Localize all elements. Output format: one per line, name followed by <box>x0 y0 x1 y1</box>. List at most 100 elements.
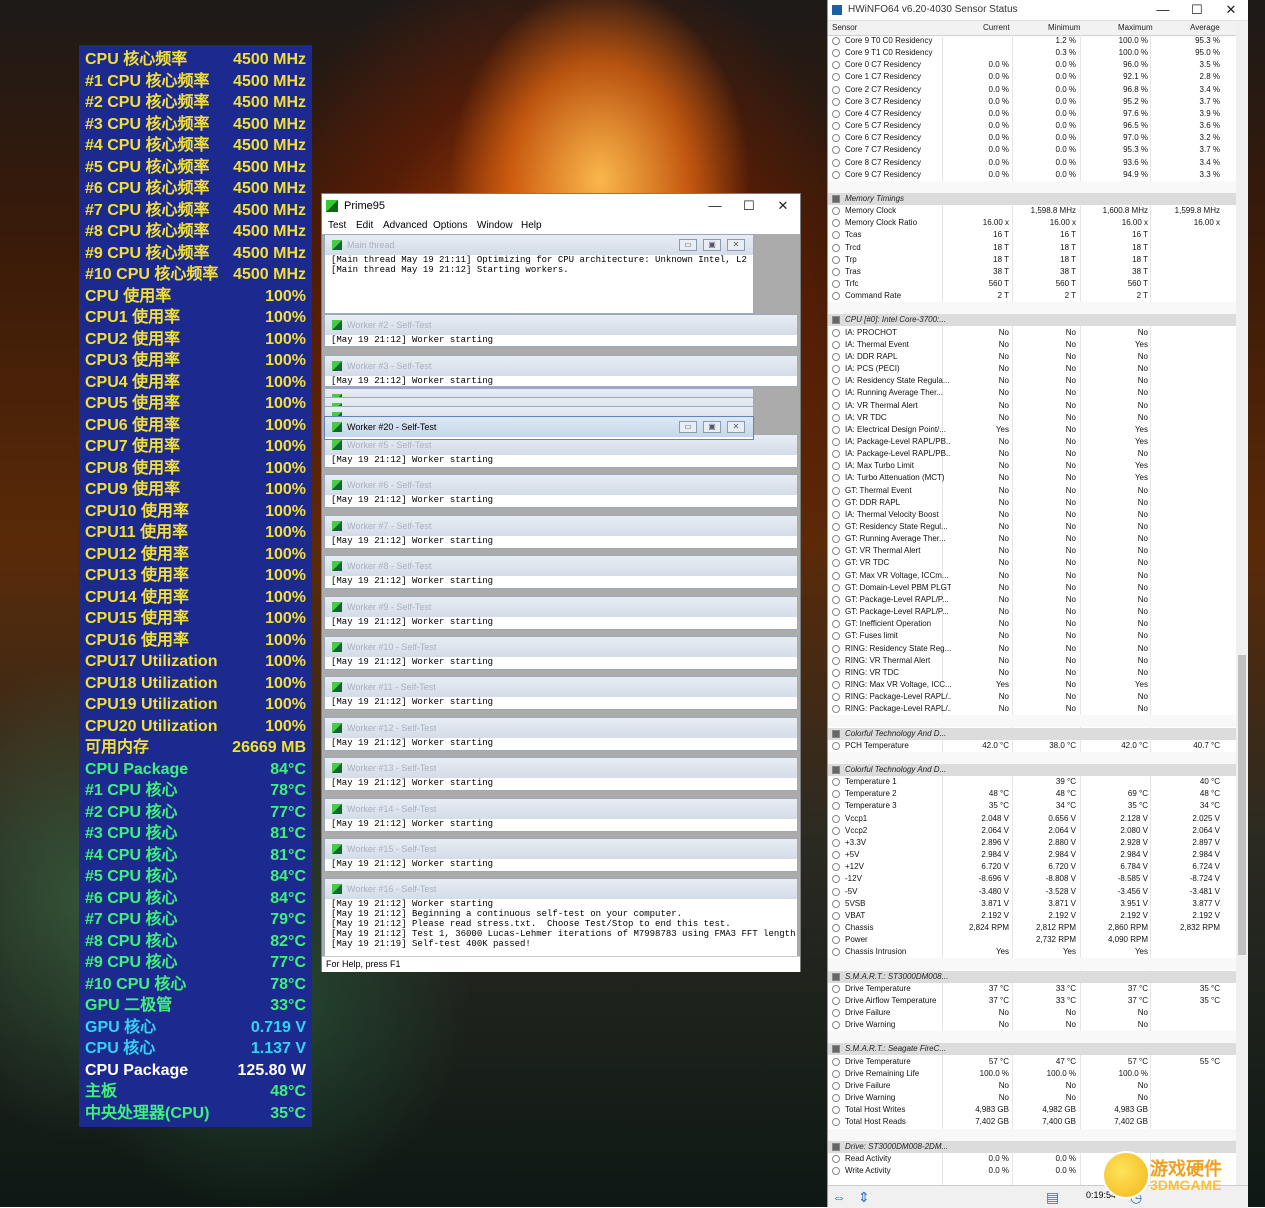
sensor-row[interactable]: Memory Clock Ratio 16.00 x 16.00 x 16.00 x 1… <box>828 217 1236 229</box>
sensor-row[interactable]: GT: Max VR Voltage, ICCm... No No No <box>828 570 1236 582</box>
worker-caption[interactable]: Worker #13 - Self-Test <box>325 758 797 779</box>
sensor-row[interactable]: Drive Warning No No No <box>828 1019 1236 1031</box>
col-current[interactable]: Current <box>983 21 1010 35</box>
sensor-row[interactable]: GT: Thermal Event No No No <box>828 485 1236 497</box>
worker-window[interactable]: Worker #8 - Self-Test [May 19 21:12] Work… <box>324 555 798 590</box>
worker-caption[interactable]: Worker #10 - Self-Test <box>325 637 797 657</box>
sensor-row[interactable]: Drive Failure No No No <box>828 1080 1236 1092</box>
sensor-row[interactable]: +3.3V 2.896 V 2.880 V 2.928 V 2.897 V <box>828 837 1236 849</box>
sensor-row[interactable]: Drive Warning No No No <box>828 1092 1236 1104</box>
worker-caption[interactable]: Worker #3 - Self-Test <box>325 356 797 376</box>
maximize-icon[interactable]: ☐ <box>732 194 766 218</box>
sensor-row[interactable]: RING: Max VR Voltage, ICC... Yes No Yes <box>828 679 1236 691</box>
worker-caption[interactable]: Worker #7 - Self-Test <box>325 515 797 536</box>
sensor-row[interactable]: +12V 6.720 V 6.720 V 6.784 V 6.724 V <box>828 861 1236 873</box>
sensor-row[interactable]: Total Host Reads 7,402 GB 7,400 GB 7,402 GB <box>828 1116 1236 1128</box>
sensor-row[interactable]: Trfc 560 T 560 T 560 T <box>828 278 1236 290</box>
sensor-row[interactable]: Chassis Intrusion Yes Yes Yes <box>828 946 1236 958</box>
sensor-row[interactable]: RING: Residency State Reg... No No No <box>828 643 1236 655</box>
child-minimize-icon[interactable]: ▭ <box>679 421 697 433</box>
sensor-row[interactable]: Core 9 T1 C0 Residency 0.3 % 100.0 % 95.0 % <box>828 47 1236 59</box>
menu-options[interactable]: Options <box>433 218 467 234</box>
sensor-row[interactable]: Tcas 16 T 16 T 16 T <box>828 229 1236 241</box>
worker-caption[interactable]: Worker #8 - Self-Test <box>325 556 797 577</box>
worker-caption[interactable]: Worker #12 - Self-Test <box>325 717 797 738</box>
child-close-icon[interactable]: ✕ <box>727 239 745 251</box>
sensor-row[interactable]: Core 5 C7 Residency 0.0 % 0.0 % 96.5 % 3.6 % <box>828 120 1236 132</box>
sensor-row[interactable]: GT: VR Thermal Alert No No No <box>828 545 1236 557</box>
sensor-row[interactable]: IA: VR Thermal Alert No No No <box>828 400 1236 412</box>
worker-caption[interactable]: Worker #20 - Self-Test ▭ ▣ ✕ <box>325 417 753 437</box>
sensor-row[interactable]: Core 0 C7 Residency 0.0 % 0.0 % 96.0 % 3.5 % <box>828 59 1236 71</box>
hwinfo-titlebar[interactable]: HWiNFO64 v6.20-4030 Sensor Status — ☐ ✕ <box>828 0 1248 21</box>
child-minimize-icon[interactable]: ▭ <box>679 239 697 251</box>
sensor-row[interactable]: IA: Running Average Ther... No No No <box>828 387 1236 399</box>
sensor-row[interactable]: Drive Remaining Life 100.0 % 100.0 % 100.0 … <box>828 1068 1236 1080</box>
minimize-icon[interactable]: — <box>698 194 732 218</box>
worker-window[interactable]: Worker #6 - Self-Test [May 19 21:12] Work… <box>324 474 798 509</box>
hwinfo-maximize-icon[interactable]: ☐ <box>1180 0 1214 20</box>
sensor-row[interactable]: IA: Turbo Attenuation (MCT) No No Yes <box>828 472 1236 484</box>
worker-window[interactable]: Main thread ▭ ▣ ✕ [Main thread May 19 21:11]… <box>324 234 754 314</box>
worker-caption[interactable]: Worker #11 - Self-Test <box>325 677 797 698</box>
sensor-row[interactable]: IA: Residency State Regula... No No No <box>828 375 1236 387</box>
sensor-row[interactable] <box>828 1031 1236 1044</box>
sensor-row[interactable]: IA: Package-Level RAPL/PB... No No No <box>828 448 1236 460</box>
sensor-row[interactable]: GT: VR TDC No No No <box>828 557 1236 569</box>
sensor-row[interactable]: Memory Clock 1,598.8 MHz 1,600.8 MHz 1,599.… <box>828 205 1236 217</box>
menu-window[interactable]: Window <box>477 218 513 234</box>
sensor-row[interactable]: Vccp1 2.048 V 0.656 V 2.128 V 2.025 V <box>828 813 1236 825</box>
sensor-row[interactable]: Command Rate 2 T 2 T 2 T <box>828 290 1236 302</box>
close-icon[interactable]: ✕ <box>766 194 800 218</box>
sensor-row[interactable]: Power 2,732 RPM 4,090 RPM <box>828 934 1236 946</box>
sensor-row[interactable]: Trp 18 T 18 T 18 T <box>828 254 1236 266</box>
sensor-row[interactable]: GT: Fuses limit No No No <box>828 630 1236 642</box>
sensor-row[interactable]: Drive Airflow Temperature 37 °C 33 °C 37 °C… <box>828 995 1236 1007</box>
sensor-row[interactable]: Trcd 18 T 18 T 18 T <box>828 242 1236 254</box>
sensor-row[interactable]: RING: VR TDC No No No <box>828 667 1236 679</box>
scrollbar-thumb[interactable] <box>1238 655 1246 955</box>
worker-window[interactable]: Worker #13 - Self-Test [May 19 21:12] Wor… <box>324 757 798 792</box>
sensor-row[interactable]: IA: Max Turbo Limit No No Yes <box>828 460 1236 472</box>
sensor-row[interactable]: Drive Temperature 57 °C 47 °C 57 °C 55 °C <box>828 1056 1236 1068</box>
child-restore-icon[interactable]: ▣ <box>703 239 721 251</box>
sensor-row[interactable]: -5V -3.480 V -3.528 V -3.456 V -3.481 V <box>828 886 1236 898</box>
sensor-row[interactable]: Core 3 C7 Residency 0.0 % 0.0 % 95.2 % 3.7 % <box>828 96 1236 108</box>
sensor-row[interactable]: RING: VR Thermal Alert No No No <box>828 655 1236 667</box>
child-restore-icon[interactable]: ▣ <box>703 421 721 433</box>
sensor-row[interactable] <box>828 302 1236 315</box>
worker-window[interactable]: Worker #7 - Self-Test [May 19 21:12] Work… <box>324 514 798 549</box>
worker-caption[interactable]: Main thread ▭ ▣ ✕ <box>325 235 753 255</box>
sensor-row[interactable]: Core 9 C7 Residency 0.0 % 0.0 % 94.9 % 3.3 % <box>828 169 1236 181</box>
sensor-row[interactable]: Core 4 C7 Residency 0.0 % 0.0 % 97.6 % 3.9 % <box>828 108 1236 120</box>
sensor-row[interactable]: IA: Thermal Event No No Yes <box>828 339 1236 351</box>
sensor-group-header[interactable]: Colorful Technology And D... <box>828 727 1236 740</box>
sensor-row[interactable]: GT: Residency State Regul... No No No <box>828 521 1236 533</box>
sensor-row[interactable]: Vccp2 2.064 V 2.064 V 2.080 V 2.064 V <box>828 825 1236 837</box>
prime95-window[interactable]: Prime95 — ☐ ✕ Test Edit Advanced Options… <box>321 193 801 972</box>
sensor-row[interactable]: GT: DDR RAPL No No No <box>828 497 1236 509</box>
worker-window[interactable]: Worker #16 - Self-Test [May 19 21:12] Wor… <box>324 878 798 956</box>
col-average[interactable]: Average <box>1190 21 1220 35</box>
prime95-titlebar[interactable]: Prime95 — ☐ ✕ <box>322 194 800 218</box>
sensor-row[interactable]: Temperature 1 39 °C 40 °C <box>828 776 1236 788</box>
sensor-row[interactable]: Core 9 T0 C0 Residency 1.2 % 100.0 % 95.3 % <box>828 35 1236 47</box>
worker-caption[interactable]: Worker #15 - Self-Test <box>325 839 797 859</box>
sensor-group-header[interactable]: S.M.A.R.T.: Seagate FireC... <box>828 1043 1236 1056</box>
sensor-row[interactable]: IA: Electrical Design Point/... Yes No Yes <box>828 424 1236 436</box>
worker-window[interactable]: Worker #3 - Self-Test [May 19 21:12] Work… <box>324 355 798 387</box>
hwinfo-minimize-icon[interactable]: — <box>1146 0 1180 20</box>
sensor-row[interactable]: +5V 2.984 V 2.984 V 2.984 V 2.984 V <box>828 849 1236 861</box>
sensor-row[interactable] <box>828 1128 1236 1141</box>
sensor-row[interactable] <box>828 751 1236 764</box>
sensor-row[interactable]: RING: Package-Level RAPL/... No No No <box>828 703 1236 715</box>
sensor-row[interactable]: Core 2 C7 Residency 0.0 % 0.0 % 96.8 % 3.4 % <box>828 84 1236 96</box>
arrows-collapse-icon[interactable]: ⇕ <box>858 1189 870 1206</box>
menu-test[interactable]: Test <box>328 218 346 234</box>
menu-edit[interactable]: Edit <box>356 218 373 234</box>
sensor-row[interactable]: IA: PROCHOT No No No <box>828 327 1236 339</box>
sensor-row[interactable]: GT: Package-Level RAPL/P... No No No <box>828 606 1236 618</box>
sensor-row[interactable]: Tras 38 T 38 T 38 T <box>828 266 1236 278</box>
sensor-row[interactable]: VBAT 2.192 V 2.192 V 2.192 V 2.192 V <box>828 910 1236 922</box>
sensor-group-header[interactable]: Memory Timings <box>828 192 1236 205</box>
